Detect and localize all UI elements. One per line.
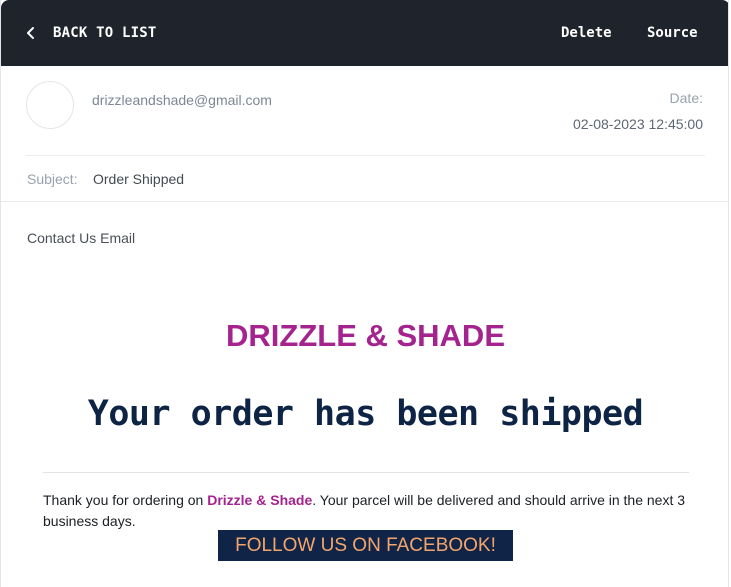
delete-button[interactable]: Delete (561, 0, 612, 66)
avatar (26, 81, 74, 129)
sender-email: drizzleandshade@gmail.com (92, 92, 272, 108)
brand-title: DRIZZLE & SHADE (226, 318, 505, 353)
date-value: 02-08-2023 12:45:00 (573, 116, 703, 132)
source-button[interactable]: Source (647, 0, 698, 66)
divider (1, 201, 728, 202)
thanks-brand-name: Drizzle & Shade (207, 492, 313, 508)
toolbar: BACK TO LIST Delete Source (1, 0, 728, 66)
divider (26, 155, 705, 156)
thanks-paragraph: Thank you for ordering on Drizzle & Shad… (43, 490, 698, 532)
chevron-left-icon (27, 27, 34, 39)
thanks-prefix: Thank you for ordering on (43, 492, 208, 508)
subject-label: Subject: (27, 171, 78, 187)
back-to-list-button[interactable]: BACK TO LIST (25, 0, 157, 66)
date-label: Date: (669, 90, 703, 106)
email-preheader: Contact Us Email (27, 230, 136, 246)
subject-value: Order Shipped (93, 171, 185, 187)
back-to-list-label: BACK TO LIST (53, 25, 157, 41)
divider (43, 472, 689, 473)
email-viewer: BACK TO LIST Delete Source drizzleandsha… (0, 0, 729, 587)
follow-facebook-button[interactable]: FOLLOW US ON FACEBOOK! (218, 530, 513, 561)
email-headline: Your order has been shipped (87, 394, 644, 434)
